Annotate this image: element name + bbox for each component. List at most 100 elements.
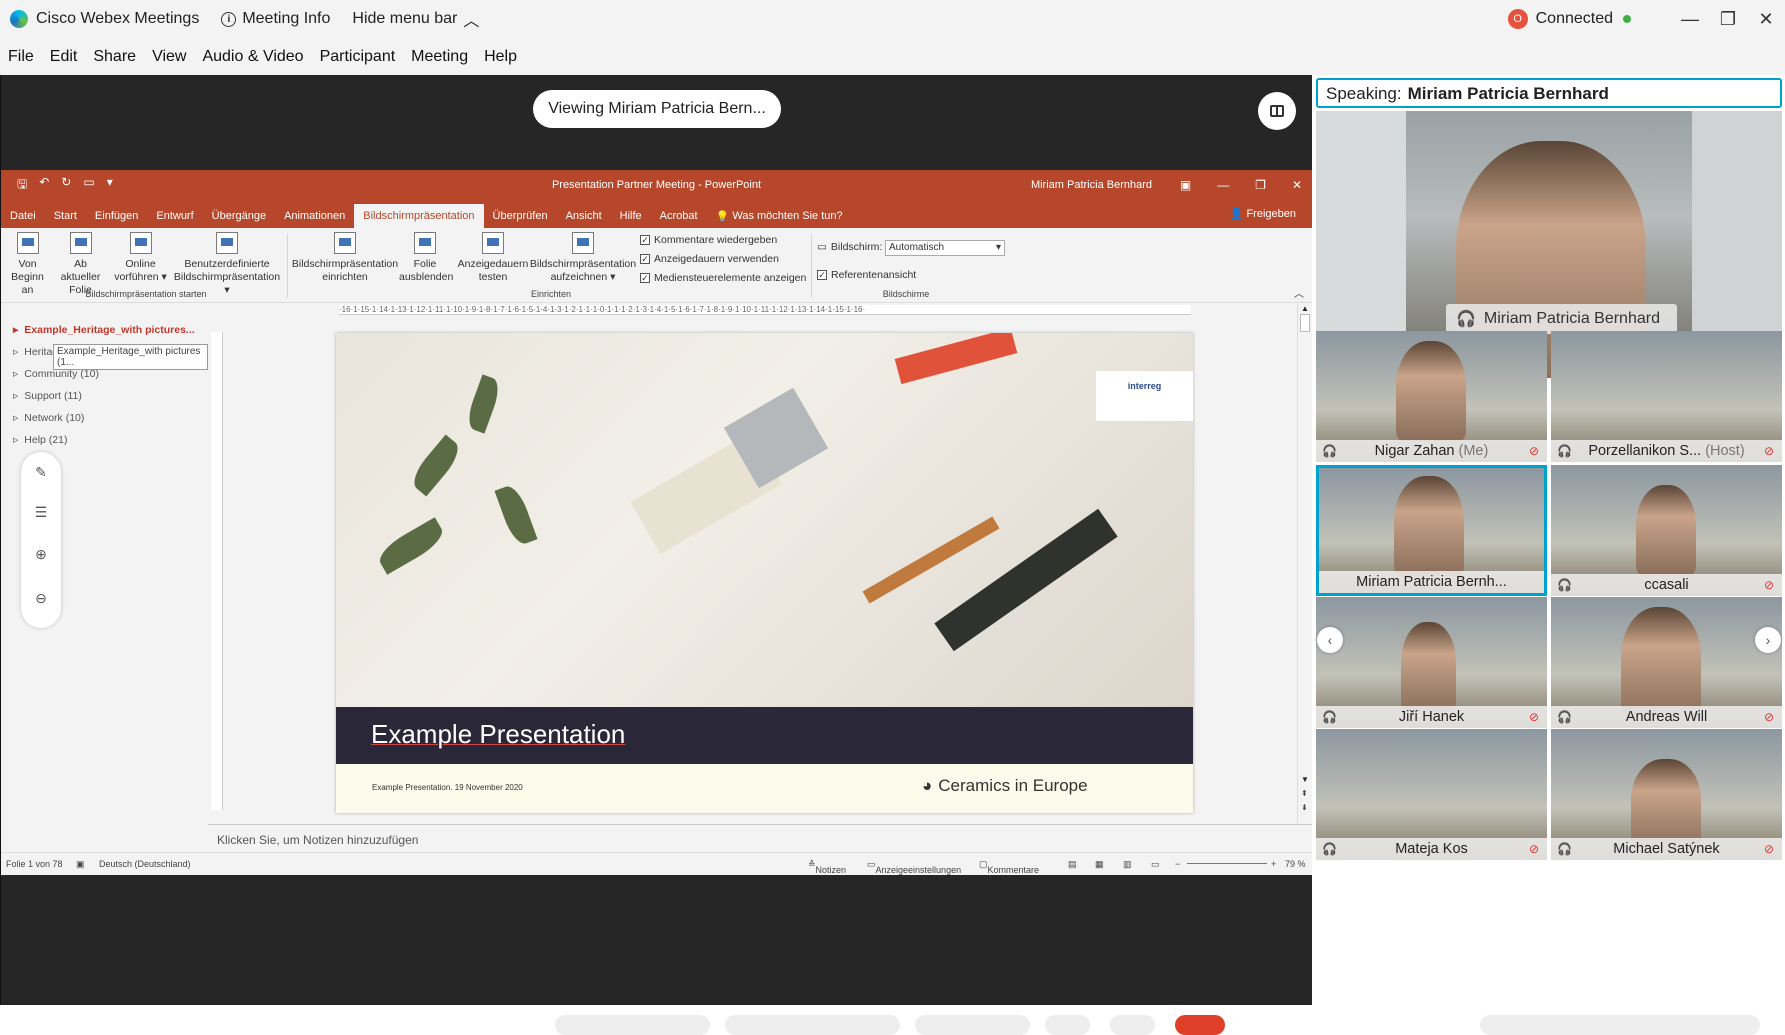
menu-share[interactable]: Share (93, 48, 136, 66)
minimize-button[interactable]: — (1671, 9, 1709, 30)
panel-buttons[interactable] (1480, 1015, 1760, 1035)
collapse-ribbon-icon[interactable]: ︿ (1294, 285, 1304, 300)
custom-show-button[interactable]: Benutzerdefinierte Bildschirmpräsentation… (171, 232, 283, 297)
setup-show-button[interactable]: Bildschirmpräsentation einrichten (291, 232, 399, 284)
next-page-button[interactable]: › (1755, 627, 1781, 653)
language-status[interactable]: Deutsch (Deutschland) (99, 859, 191, 869)
menu-participant[interactable]: Participant (320, 48, 396, 66)
scroll-down-icon[interactable]: ▼ (1301, 775, 1309, 784)
tab-hilfe[interactable]: Hilfe (611, 204, 651, 228)
tab-start[interactable]: Start (45, 204, 86, 228)
participant-tile[interactable]: 🎧 Andreas Will ⊘ (1551, 597, 1782, 728)
normal-view-icon[interactable]: ▤ (1068, 859, 1077, 870)
participant-tile[interactable]: 🎧 ccasali ⊘ (1551, 465, 1782, 596)
notes-toggle[interactable]: ≙ Notizen (808, 859, 846, 875)
zoom-out-icon[interactable]: ⊖ (32, 590, 50, 608)
tab-ueberpruefen[interactable]: Überprüfen (484, 204, 557, 228)
menu-meeting[interactable]: Meeting (411, 48, 468, 66)
ppt-close-button[interactable]: ✕ (1292, 178, 1302, 192)
show-media-controls-checkbox[interactable]: ✓ Mediensteuerelemente anzeigen (640, 272, 806, 284)
tab-bildschirmpraesentation[interactable]: Bildschirmpräsentation (354, 204, 484, 228)
participant-tile[interactable]: 🎧 Michael Satýnek ⊘ (1551, 729, 1782, 860)
tab-acrobat[interactable]: Acrobat (651, 204, 707, 228)
sorter-view-icon[interactable]: ▦ (1095, 859, 1104, 870)
zoom-in-icon[interactable]: ⊕ (32, 546, 50, 564)
webex-logo-icon (10, 10, 28, 28)
restore-button[interactable]: ❐ (1709, 9, 1747, 30)
mute-button[interactable] (555, 1015, 710, 1035)
layout-toggle-button[interactable] (1258, 92, 1296, 130)
tab-uebergaenge[interactable]: Übergänge (203, 204, 275, 228)
video-button[interactable] (725, 1015, 900, 1035)
display-settings[interactable]: ▭ Anzeigeeinstellungen (867, 859, 961, 875)
from-start-button[interactable]: Von Beginn an (5, 232, 50, 297)
scroll-up-icon[interactable]: ▲ (1301, 304, 1309, 313)
outline-item[interactable]: ▹ Network (10) (13, 412, 84, 424)
more-button[interactable] (1110, 1015, 1155, 1035)
remote-control-icon[interactable]: ☰ (32, 504, 50, 522)
presenter-view-checkbox[interactable]: ✓ Referentenansicht (817, 269, 916, 281)
comments-toggle[interactable]: ▢ Kommentare (979, 859, 1039, 875)
viewing-indicator[interactable]: Viewing Miriam Patricia Bern... (533, 90, 781, 128)
menu-help[interactable]: Help (484, 48, 517, 66)
reading-view-icon[interactable]: ▥ (1123, 859, 1132, 870)
participant-tile[interactable]: Miriam Patricia Bernh... (1316, 465, 1547, 596)
tab-ansicht[interactable]: Ansicht (557, 204, 611, 228)
scroll-thumb[interactable] (1300, 314, 1310, 332)
menu-audio-video[interactable]: Audio & Video (202, 48, 303, 66)
leave-meeting-button[interactable] (1175, 1015, 1225, 1035)
share-button[interactable]: 👤 Freigeben (1230, 207, 1296, 220)
tab-entwurf[interactable]: Entwurf (147, 204, 202, 228)
zoom-level[interactable]: 79 % (1285, 859, 1306, 869)
participant-tile[interactable]: 🎧 Jiří Hanek ⊘ (1316, 597, 1547, 728)
hide-menu-bar-button[interactable]: Hide menu bar ︿ (352, 7, 479, 31)
connection-icon[interactable]: O (1507, 9, 1528, 29)
tab-animationen[interactable]: Animationen (275, 204, 354, 228)
zoom-in-button[interactable]: + (1271, 859, 1276, 869)
prev-page-button[interactable]: ‹ (1317, 627, 1343, 653)
outline-item[interactable]: ▹ Support (11) (13, 390, 82, 402)
annotate-pen-icon[interactable]: ✎ (32, 464, 50, 482)
vertical-scrollbar[interactable]: ▲ ▼ ⇞ ⇟ (1297, 304, 1311, 824)
prev-slide-icon[interactable]: ⇞ (1301, 789, 1308, 798)
spellcheck-icon[interactable]: ▣ (76, 859, 85, 870)
participant-tile[interactable]: 🎧 Porzellanikon S... (Host) ⊘ (1551, 331, 1782, 462)
slide-brand: ◕ Ceramics in Europe (922, 776, 1088, 795)
online-present-button[interactable]: Online vorführen ▾ (113, 232, 168, 284)
participant-tile[interactable]: 🎧 Nigar Zahan (Me) ⊘ (1316, 331, 1547, 462)
slideshow-view-icon[interactable]: ▭ (1151, 859, 1160, 870)
meeting-info-button[interactable]: i Meeting Info (221, 10, 330, 28)
notes-pane[interactable]: Klicken Sie, um Notizen hinzuzufügen (208, 824, 1312, 852)
use-timings-checkbox[interactable]: ✓ Anzeigedauern verwenden (640, 253, 779, 265)
participant-tile[interactable]: 🎧 Mateja Kos ⊘ (1316, 729, 1547, 860)
outline-item[interactable]: ▹ Help (21) (13, 434, 67, 446)
slideshow-icon (16, 232, 39, 254)
hide-slide-button[interactable]: Folie ausblenden (399, 232, 453, 284)
close-button[interactable]: ✕ (1747, 9, 1785, 30)
ppt-user-name[interactable]: Miriam Patricia Bernhard (1031, 179, 1152, 191)
rehearse-timings-button[interactable]: Anzeigedauern testen (457, 232, 529, 284)
tell-me-search[interactable]: 💡 Was möchten Sie tun? (707, 204, 852, 228)
zoom-out-button[interactable]: − (1175, 859, 1180, 869)
share-content-button[interactable] (915, 1015, 1030, 1035)
ribbon-display-icon[interactable]: ▣ (1180, 178, 1191, 192)
play-narrations-checkbox[interactable]: ✓ Kommentare wiedergeben (640, 234, 777, 246)
menu-view[interactable]: View (152, 48, 186, 66)
outline-item[interactable]: ▸ Example_Heritage_with pictures... (13, 324, 195, 336)
ppt-restore-button[interactable]: ❐ (1255, 178, 1266, 192)
menu-file[interactable]: File (8, 48, 34, 66)
record-button[interactable] (1045, 1015, 1090, 1035)
monitor-select[interactable]: Automatisch ▾ (885, 240, 1005, 256)
ppt-minimize-button[interactable]: — (1217, 178, 1229, 192)
record-show-button[interactable]: Bildschirmpräsentation aufzeichnen ▾ (529, 232, 637, 284)
from-current-button[interactable]: Ab aktueller Folie (53, 232, 108, 297)
tab-einfuegen[interactable]: Einfügen (86, 204, 147, 228)
zoom-slider[interactable] (1187, 863, 1267, 864)
leaf-shape (494, 482, 538, 548)
tab-datei[interactable]: Datei (1, 204, 45, 228)
monitor-icon: ▭ (817, 241, 827, 253)
slide-title[interactable]: Example Presentation (371, 719, 625, 750)
next-slide-icon[interactable]: ⇟ (1301, 803, 1308, 812)
slide-canvas[interactable]: interreg Example Presentation Example Pr… (336, 333, 1193, 813)
menu-edit[interactable]: Edit (50, 48, 78, 66)
